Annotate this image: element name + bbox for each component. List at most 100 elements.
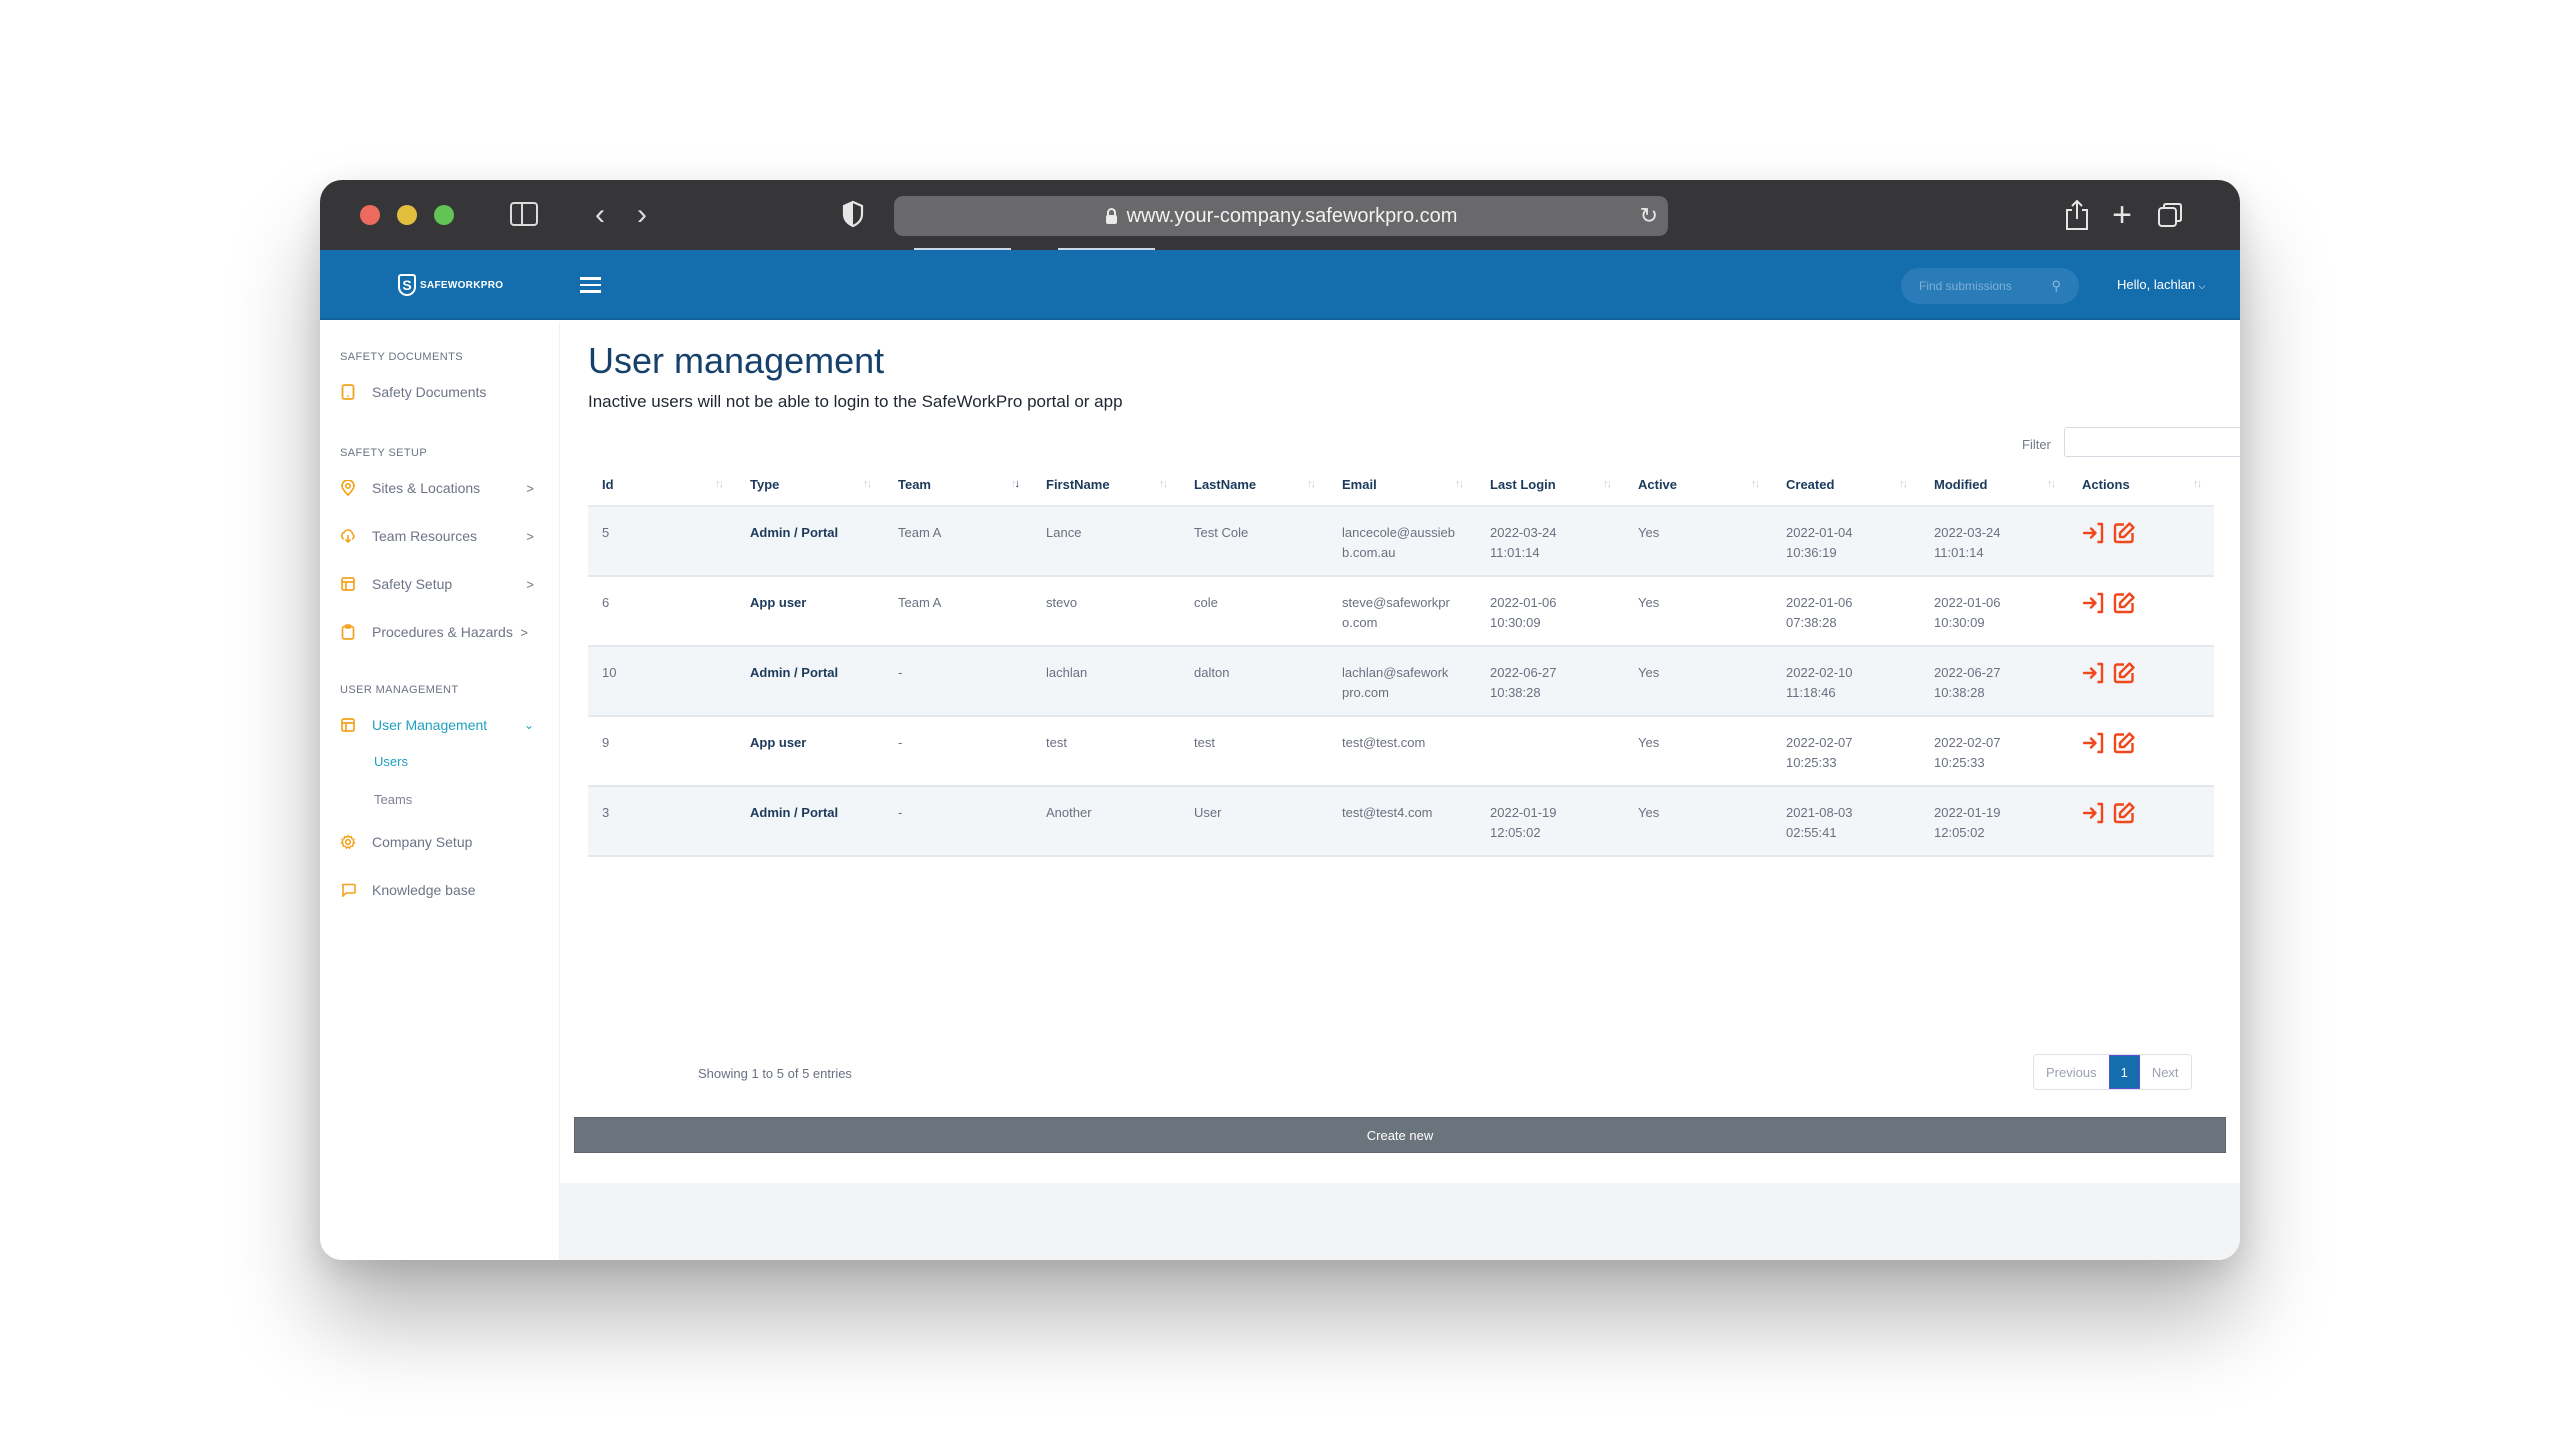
- pagination-previous[interactable]: Previous: [2034, 1055, 2109, 1089]
- sidebar-toggle-icon[interactable]: [510, 202, 538, 226]
- user-menu[interactable]: Hello, lachlan ⌵: [2117, 277, 2206, 292]
- edit-icon[interactable]: [2112, 661, 2136, 685]
- cell-lastname: Test Cole: [1180, 506, 1328, 577]
- cell-active: Yes: [1624, 786, 1772, 857]
- sidebar-subitem-teams[interactable]: Teams: [374, 792, 412, 807]
- edit-icon[interactable]: [2112, 521, 2136, 545]
- sidebar-subitem-users[interactable]: Users: [374, 754, 408, 769]
- cell-email: lachlan@safework pro.com: [1328, 646, 1476, 717]
- column-header-actions[interactable]: Actions ↑↓: [2068, 464, 2214, 507]
- cell-modified: 2022-01-06 10:30:09: [1920, 576, 2068, 647]
- sidebar-item-procedures-hazards[interactable]: Procedures & Hazards >: [340, 618, 540, 646]
- cell-email: test@test4.com: [1328, 786, 1476, 857]
- edit-icon[interactable]: [2112, 591, 2136, 615]
- address-bar[interactable]: www.your-company.safeworkpro.com ↻: [894, 196, 1668, 236]
- reload-icon[interactable]: ↻: [1640, 203, 1658, 229]
- sort-icon: ↑↓: [1899, 478, 1908, 490]
- pagination-next[interactable]: Next: [2139, 1055, 2191, 1089]
- sort-icon: ↑↓: [1159, 478, 1168, 490]
- new-tab-icon[interactable]: +: [2105, 196, 2139, 234]
- page-title: User management: [588, 340, 885, 381]
- column-header-created[interactable]: Created ↑↓: [1772, 464, 1920, 507]
- cell-active: Yes: [1624, 646, 1772, 717]
- sidebar-item-label: User Management: [372, 717, 488, 733]
- sidebar-item-label: Sites & Locations: [372, 480, 481, 496]
- login-as-icon[interactable]: [2082, 801, 2106, 825]
- filter-input[interactable]: [2064, 427, 2240, 457]
- cell-actions: [2068, 646, 2214, 717]
- edit-icon[interactable]: [2112, 731, 2136, 755]
- edit-icon[interactable]: [2112, 801, 2136, 825]
- layout-icon: [340, 576, 356, 592]
- cell-email: steve@safeworkpr o.com: [1328, 576, 1476, 647]
- column-header-id[interactable]: Id ↑↓: [588, 464, 736, 507]
- minimize-window-button[interactable]: [397, 205, 417, 225]
- search-icon[interactable]: ⚲: [2051, 278, 2061, 294]
- chevron-right-icon: >: [526, 576, 534, 592]
- browser-window: ‹ › www.your-company.safeworkpro.com ↻ +: [320, 180, 2240, 1260]
- column-label: FirstName: [1046, 477, 1110, 492]
- page-subtitle: Inactive users will not be able to login…: [588, 392, 1123, 411]
- chevron-right-icon: >: [520, 624, 528, 640]
- filter-label: Filter: [2022, 437, 2051, 452]
- users-table: Id ↑↓ Type ↑↓ Team ↑↓ FirstName ↑↓ LastName ↑…: [588, 464, 2214, 857]
- logo-shield-icon: S: [398, 274, 416, 296]
- back-icon[interactable]: ‹: [588, 198, 612, 232]
- main-content: User management Inactive users will not …: [560, 322, 2240, 1260]
- column-header-team[interactable]: Team ↑↓: [884, 464, 1032, 507]
- cell-last-login: 2022-03-24 11:01:14: [1476, 506, 1624, 577]
- sidebar-item-knowledge-base[interactable]: Knowledge base: [340, 876, 540, 904]
- search-input[interactable]: Find submissions ⚲: [1901, 268, 2079, 304]
- cell-id: 6: [588, 576, 736, 647]
- sidebar-item-user-management[interactable]: User Management ⌄: [340, 711, 540, 739]
- cell-type: App user: [736, 576, 884, 647]
- column-header-active[interactable]: Active ↑↓: [1624, 464, 1772, 507]
- column-label: Type: [750, 477, 780, 492]
- cell-lastname: cole: [1180, 576, 1328, 647]
- column-header-lastname[interactable]: LastName ↑↓: [1180, 464, 1328, 507]
- tab-overview-icon[interactable]: [2153, 198, 2187, 232]
- sidebar-item-company-setup[interactable]: Company Setup: [340, 828, 540, 856]
- sidebar-item-sites-locations[interactable]: Sites & Locations >: [340, 474, 540, 502]
- column-header-firstname[interactable]: FirstName ↑↓: [1032, 464, 1180, 507]
- cell-modified: 2022-06-27 10:38:28: [1920, 646, 2068, 717]
- cell-actions: [2068, 786, 2214, 857]
- logo[interactable]: S SAFEWORKPRO: [398, 274, 503, 296]
- maximize-window-button[interactable]: [434, 205, 454, 225]
- login-as-icon[interactable]: [2082, 661, 2106, 685]
- create-new-button[interactable]: Create new: [574, 1117, 2226, 1153]
- sidebar-item-safety-setup[interactable]: Safety Setup >: [340, 570, 540, 598]
- cell-active: Yes: [1624, 576, 1772, 647]
- table-row: 6 App user Team A stevo cole steve@safew…: [588, 576, 2214, 647]
- cell-created: 2022-02-10 11:18:46: [1772, 646, 1920, 717]
- cell-last-login: [1476, 716, 1624, 787]
- column-header-last-login[interactable]: Last Login ↑↓: [1476, 464, 1624, 507]
- pagination-page-1[interactable]: 1: [2108, 1055, 2140, 1089]
- cell-lastname: test: [1180, 716, 1328, 787]
- column-label: Actions: [2082, 477, 2130, 492]
- column-header-type[interactable]: Type ↑↓: [736, 464, 884, 507]
- login-as-icon[interactable]: [2082, 591, 2106, 615]
- tablet-icon: [340, 384, 356, 400]
- privacy-shield-icon[interactable]: [842, 200, 864, 228]
- sidebar: SAFETY DOCUMENTS Safety Documents SAFETY…: [320, 322, 560, 1260]
- menu-toggle-icon[interactable]: [580, 277, 601, 293]
- forward-icon[interactable]: ›: [630, 198, 654, 232]
- sidebar-item-safety-documents[interactable]: Safety Documents: [340, 378, 540, 406]
- sidebar-item-team-resources[interactable]: Team Resources >: [340, 522, 540, 550]
- sidebar-item-label: Company Setup: [372, 834, 473, 850]
- sort-icon: ↑↓: [715, 478, 724, 490]
- column-header-modified[interactable]: Modified ↑↓: [1920, 464, 2068, 507]
- clipboard-icon: [340, 624, 356, 640]
- cell-modified: 2022-03-24 11:01:14: [1920, 506, 2068, 577]
- cell-firstname: stevo: [1032, 576, 1180, 647]
- column-header-email[interactable]: Email ↑↓: [1328, 464, 1476, 507]
- sort-icon: ↑↓: [1751, 478, 1760, 490]
- login-as-icon[interactable]: [2082, 521, 2106, 545]
- sort-icon: ↑↓: [2193, 478, 2202, 490]
- column-label: Email: [1342, 477, 1377, 492]
- close-window-button[interactable]: [360, 205, 380, 225]
- share-icon[interactable]: [2060, 198, 2094, 232]
- login-as-icon[interactable]: [2082, 731, 2106, 755]
- sort-icon: ↑↓: [1603, 478, 1612, 490]
